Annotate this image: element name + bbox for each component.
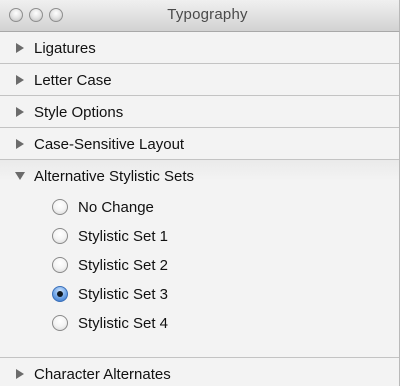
- radio-option-stylistic-set-1[interactable]: Stylistic Set 1: [52, 224, 168, 248]
- radio-button[interactable]: [52, 257, 68, 273]
- radio-button[interactable]: [52, 199, 68, 215]
- radio-option-label: Stylistic Set 1: [78, 227, 169, 245]
- section-header-style-options[interactable]: Style Options: [0, 96, 399, 128]
- radio-button-selected[interactable]: [52, 286, 68, 302]
- section-label: Ligatures: [34, 39, 96, 57]
- section-header-case-sensitive-layout[interactable]: Case-Sensitive Layout: [0, 128, 399, 160]
- radio-option-no-change[interactable]: No Change: [52, 195, 154, 219]
- disclosure-triangle-right-icon[interactable]: [15, 139, 25, 149]
- section-label: Style Options: [34, 103, 124, 121]
- typography-panel: Ligatures Letter Case Style Options Case…: [0, 32, 400, 386]
- radio-option-label: Stylistic Set 2: [78, 256, 169, 274]
- disclosure-triangle-down-icon[interactable]: [15, 171, 25, 181]
- typography-window: Typography Ligatures Letter Case Style O…: [0, 0, 409, 386]
- section-label: Character Alternates: [34, 365, 171, 383]
- section-character-alternates: Character Alternates: [0, 358, 399, 386]
- section-case-sensitive-layout: Case-Sensitive Layout: [0, 128, 399, 160]
- radio-option-stylistic-set-3[interactable]: Stylistic Set 3: [52, 282, 168, 306]
- radio-option-stylistic-set-4[interactable]: Stylistic Set 4: [52, 311, 168, 335]
- section-header-alternative-stylistic-sets[interactable]: Alternative Stylistic Sets: [0, 160, 399, 192]
- disclosure-triangle-right-icon[interactable]: [15, 107, 25, 117]
- section-alternative-stylistic-sets: Alternative Stylistic Sets No Change Sty…: [0, 160, 399, 358]
- section-label: Alternative Stylistic Sets: [34, 167, 195, 185]
- radio-option-label: Stylistic Set 3: [78, 285, 169, 303]
- disclosure-triangle-right-icon[interactable]: [15, 369, 25, 379]
- radio-option-stylistic-set-2[interactable]: Stylistic Set 2: [52, 253, 168, 277]
- radio-option-label: Stylistic Set 4: [78, 314, 169, 332]
- window-title: Typography: [167, 6, 248, 23]
- section-label: Letter Case: [34, 71, 112, 89]
- title-bar[interactable]: Typography: [0, 0, 400, 32]
- section-letter-case: Letter Case: [0, 64, 399, 96]
- section-header-ligatures[interactable]: Ligatures: [0, 32, 399, 64]
- section-ligatures: Ligatures: [0, 32, 399, 64]
- radio-button[interactable]: [52, 228, 68, 244]
- disclosure-triangle-right-icon[interactable]: [15, 75, 25, 85]
- section-header-letter-case[interactable]: Letter Case: [0, 64, 399, 96]
- radio-option-label: No Change: [78, 198, 154, 216]
- disclosure-triangle-right-icon[interactable]: [15, 43, 25, 53]
- section-label: Case-Sensitive Layout: [34, 135, 185, 153]
- section-header-character-alternates[interactable]: Character Alternates: [0, 358, 399, 386]
- radio-button[interactable]: [52, 315, 68, 331]
- section-style-options: Style Options: [0, 96, 399, 128]
